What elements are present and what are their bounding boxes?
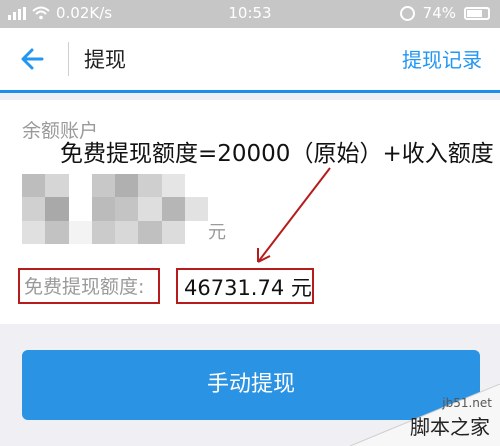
page-title: 提现 — [84, 48, 126, 72]
balance-unit: 元 — [208, 222, 226, 243]
withdraw-records-link[interactable]: 提现记录 — [402, 44, 482, 73]
battery-icon — [464, 6, 490, 20]
watermark-brand: 脚本之家 — [410, 415, 490, 439]
status-right: 74% — [399, 4, 490, 22]
watermark-site: jb51.net — [442, 396, 492, 410]
alarm-icon — [399, 5, 415, 21]
nav-bar: 提现 提现记录 — [0, 28, 500, 90]
nav-divider — [68, 42, 69, 76]
free-quota-value: 46731.74 元 — [184, 276, 312, 300]
status-bar: 0.02K/s 10:53 74% — [0, 0, 500, 28]
annotation-text: 免费提现额度=20000（原始）+收入额度 — [60, 141, 494, 167]
accent-divider — [0, 90, 500, 93]
back-arrow-icon[interactable] — [16, 42, 50, 76]
battery-percent: 74% — [422, 4, 456, 22]
balance-amount-pixelated — [22, 174, 208, 244]
free-quota-label: 免费提现额度: — [24, 276, 145, 298]
